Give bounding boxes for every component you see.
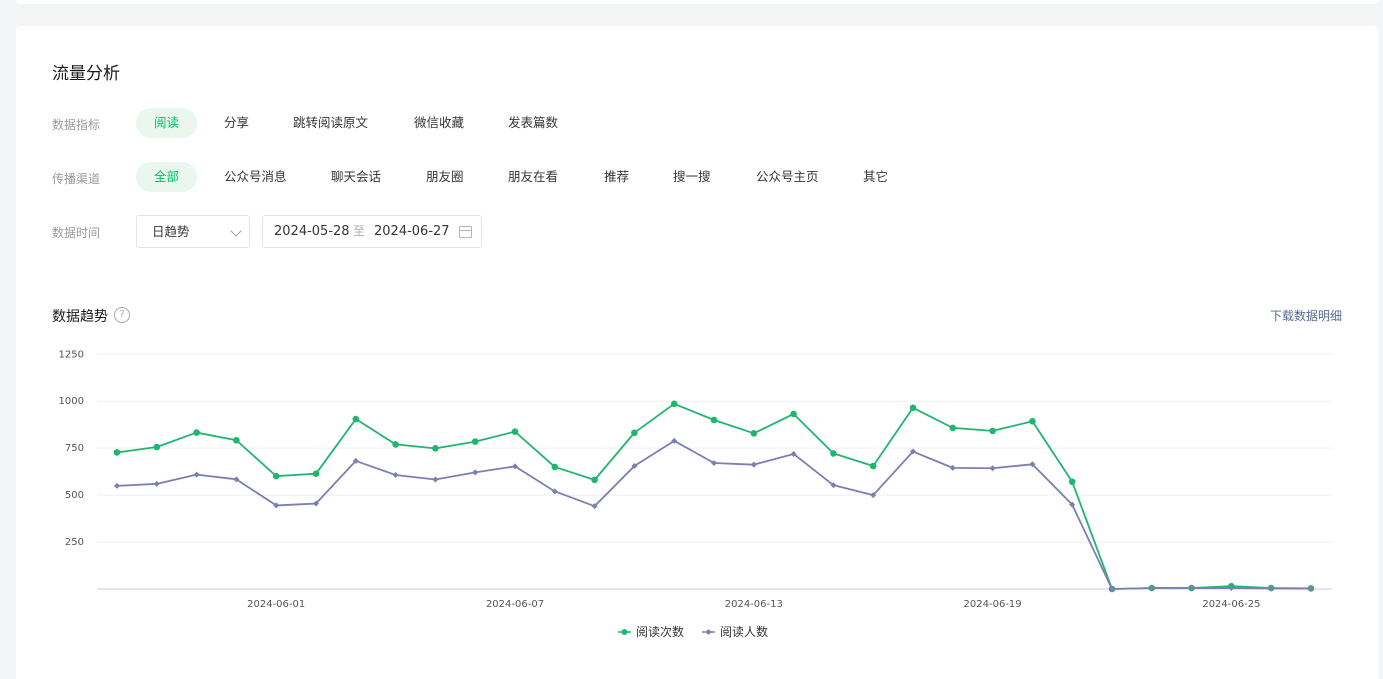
data-point	[113, 449, 121, 456]
data-point	[750, 461, 757, 468]
legend-marker	[705, 629, 712, 635]
data-point	[193, 429, 200, 436]
data-point	[750, 430, 758, 437]
data-point	[432, 476, 439, 483]
data-point	[153, 443, 161, 451]
data-point	[352, 415, 360, 423]
y-tick-label: 1000	[59, 396, 84, 407]
y-tick-label: 1250	[59, 349, 84, 360]
x-tick-label: 2024-06-13	[725, 599, 783, 610]
data-point	[432, 445, 439, 452]
data-point	[631, 429, 638, 437]
data-point	[1068, 478, 1076, 486]
x-tick-label: 2024-06-01	[247, 599, 305, 610]
x-tick-label: 2024-06-07	[486, 599, 544, 610]
data-point	[710, 416, 718, 424]
data-point	[869, 462, 877, 470]
data-point	[949, 464, 956, 471]
data-point	[989, 427, 996, 435]
data-point	[989, 465, 996, 472]
trend-line-chart: 250 500 750 1000 1250 2024-06-01 2024-06-07 202…	[59, 349, 1332, 639]
data-point	[471, 438, 479, 445]
data-point	[392, 472, 399, 479]
data-point	[670, 400, 678, 408]
data-point	[312, 470, 320, 477]
data-point	[591, 476, 598, 484]
data-point	[272, 472, 280, 480]
legend-label: 阅读次数	[636, 624, 684, 639]
y-tick-label: 500	[65, 490, 84, 501]
legend-marker	[621, 629, 628, 635]
data-point	[551, 463, 559, 471]
y-tick-label: 250	[65, 537, 84, 548]
data-point	[909, 404, 917, 412]
x-tick-label: 2024-06-19	[964, 599, 1022, 610]
data-point	[790, 410, 797, 418]
series-line	[116, 402, 1312, 590]
data-point	[392, 441, 399, 448]
legend-label: 阅读人数	[720, 624, 768, 639]
data-point	[1029, 417, 1036, 425]
data-point	[233, 436, 240, 444]
y-tick-label: 750	[65, 443, 84, 454]
x-tick-label: 2024-06-25	[1202, 599, 1260, 610]
data-point	[114, 482, 120, 489]
data-point	[830, 450, 837, 457]
data-point	[472, 469, 479, 476]
data-point	[511, 428, 519, 435]
data-point	[193, 471, 200, 478]
data-point	[153, 480, 160, 487]
data-point	[949, 424, 957, 432]
